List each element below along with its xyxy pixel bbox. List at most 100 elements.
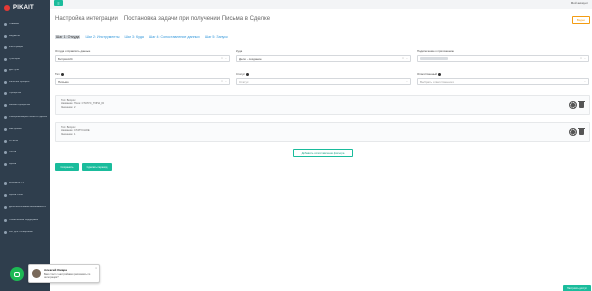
- sidebar-item-label: Дополнительные возможности: [9, 206, 46, 209]
- access-settings-button[interactable]: Настроить доступ: [563, 285, 591, 291]
- chevron-down-icon: ⌄: [224, 80, 227, 83]
- gear-icon[interactable]: [569, 101, 577, 109]
- responsible-placeholder: Выбрать ответственного: [420, 79, 455, 84]
- tab-step-3[interactable]: Шаг 3: Куда: [124, 35, 143, 39]
- sidebar-item[interactable]: Архив: [0, 159, 50, 171]
- menu-icon: [4, 128, 7, 132]
- sidebar-nav-bottom: Контакты Г1 Архив CRM Дополнительные возмо…: [0, 178, 50, 239]
- sidebar-item[interactable]: Главная: [0, 19, 50, 31]
- sidebar-item[interactable]: Виджеты: [0, 31, 50, 43]
- page-title: Настройка интеграции Постановка задачи пр…: [55, 16, 270, 22]
- where-label: Куда: [236, 49, 243, 53]
- where-field: Куда Дело - создание × ⌄: [236, 49, 411, 62]
- menu-icon: [4, 116, 7, 119]
- continue-button[interactable]: Сделать переход: [82, 163, 112, 171]
- connection-select[interactable]: × ⌄: [417, 55, 589, 62]
- sidebar-item[interactable]: Отчеты: [0, 136, 50, 148]
- chat-icon: [14, 271, 20, 277]
- type-select[interactable]: Письмо × ⌄: [55, 78, 230, 85]
- sidebar-item[interactable]: Дополнительные возможности: [0, 201, 50, 214]
- menu-toggle-button[interactable]: ≡: [54, 0, 63, 6]
- menu-icon: [4, 34, 7, 38]
- tab-step-5[interactable]: Шаг 5: Запуск: [205, 35, 228, 39]
- menu-icon: [4, 139, 7, 143]
- status-select[interactable]: Статус ⌄: [236, 78, 411, 85]
- close-icon[interactable]: ×: [95, 266, 97, 270]
- topbar: [50, 0, 592, 9]
- chat-launcher-button[interactable]: [10, 267, 24, 281]
- menu-icon: [4, 69, 7, 73]
- status-field: Статус Статус ⌄: [236, 72, 411, 85]
- menu-icon: [4, 231, 7, 235]
- responsible-select[interactable]: Выбрать ответственного ⌄: [417, 78, 589, 85]
- clear-icon[interactable]: ×: [402, 57, 404, 60]
- sidebar-item-label: Контакты Г1: [9, 182, 24, 185]
- menu-icon: [4, 219, 7, 222]
- status-label: Статус: [236, 72, 411, 76]
- clear-icon[interactable]: ×: [580, 57, 582, 60]
- chat-toast[interactable]: Алексей Омара Вам стоит с настройками ра…: [28, 264, 100, 283]
- chevron-down-icon: ⌄: [224, 57, 227, 60]
- sidebar-item[interactable]: Процессы: [0, 88, 50, 100]
- menu-icon: [4, 206, 7, 209]
- info-icon: [60, 72, 64, 76]
- status-label-text: Статус: [236, 72, 245, 76]
- status-placeholder: Статус: [239, 79, 249, 84]
- menu-icon: [4, 193, 7, 197]
- sidebar-nav: Главная Виджеты Интеграции Триггеры Доступы Р…: [0, 19, 50, 170]
- source-value: Битрикс24: [58, 56, 73, 61]
- gear-icon[interactable]: [569, 128, 577, 136]
- sidebar-item-label: Техническая поддержка: [9, 219, 38, 222]
- sidebar-item-label: Синхронизация полей и сделок: [9, 116, 47, 119]
- sidebar-item[interactable]: Рабочий процесс: [0, 77, 50, 89]
- sidebar-item[interactable]: Бизнес-процессы: [0, 100, 50, 112]
- sidebar-item[interactable]: Техническая поддержка: [0, 214, 50, 227]
- sidebar-item[interactable]: Доступы: [0, 65, 50, 77]
- help-video-button[interactable]: Видео: [572, 16, 590, 24]
- clear-icon[interactable]: ×: [221, 57, 223, 60]
- condition-value: Значение: 1: [61, 132, 76, 136]
- menu-icon: [4, 57, 7, 61]
- sidebar-item[interactable]: Синхронизация полей и сделок: [0, 111, 50, 124]
- sidebar-item[interactable]: Контакты Г1: [0, 178, 50, 190]
- sidebar-item[interactable]: API для Телефонии: [0, 227, 50, 239]
- menu-icon: [4, 46, 7, 50]
- connection-field: Подключение к приложению × ⌄: [417, 49, 589, 62]
- info-icon: [437, 72, 441, 76]
- menu-icon: [4, 151, 7, 155]
- tab-step-2[interactable]: Шаг 2: Инструменты: [85, 35, 119, 39]
- type-field: Тип Письмо × ⌄: [55, 72, 230, 85]
- sidebar-item[interactable]: Почта: [0, 147, 50, 159]
- tab-step-4[interactable]: Шаг 4: Сопоставление данных: [149, 35, 200, 39]
- sidebar-item-label: Почта: [9, 151, 17, 154]
- main-panel: Настройка интеграции Постановка задачи пр…: [50, 9, 592, 291]
- sidebar-item-label: Архив: [9, 162, 17, 165]
- logo[interactable]: PIKAIT: [0, 0, 50, 15]
- add-condition-button[interactable]: Добавить сопоставление фильтра: [293, 149, 353, 157]
- logo-icon: [4, 4, 10, 11]
- tab-step-1[interactable]: Шаг 1: Откуда: [55, 35, 81, 39]
- user-account-link[interactable]: Мой аккаунт: [571, 1, 588, 5]
- condition-card: Тип: Вопрос Название: СТАТУСНОЕ Значение…: [55, 122, 590, 142]
- chat-sender-name: Алексей Омара: [44, 268, 67, 272]
- sidebar-item[interactable]: Триггеры: [0, 54, 50, 66]
- sidebar-item[interactable]: Настройки: [0, 124, 50, 136]
- responsible-label-text: Ответственный: [417, 72, 437, 76]
- save-button[interactable]: Сохранить: [55, 163, 79, 171]
- sidebar-item-label: Отчеты: [9, 139, 18, 142]
- sidebar-item-label: Триггеры: [9, 57, 20, 60]
- sidebar-item[interactable]: Архив CRM: [0, 190, 50, 202]
- source-select[interactable]: Битрикс24 × ⌄: [55, 55, 230, 62]
- trash-icon[interactable]: [578, 100, 585, 108]
- chevron-down-icon: ⌄: [583, 80, 586, 83]
- menu-icon: [4, 103, 7, 107]
- clear-icon[interactable]: ×: [221, 80, 223, 83]
- sidebar-item[interactable]: Интеграции: [0, 42, 50, 54]
- trash-icon[interactable]: [578, 127, 585, 135]
- avatar: [32, 269, 41, 278]
- where-select[interactable]: Дело - создание × ⌄: [236, 55, 411, 62]
- info-icon: [245, 72, 249, 76]
- chevron-down-icon: ⌄: [405, 57, 408, 60]
- step-tabs: Шаг 1: Откуда Шаг 2: Инструменты Шаг 3: …: [55, 35, 228, 39]
- menu-icon: [4, 80, 7, 84]
